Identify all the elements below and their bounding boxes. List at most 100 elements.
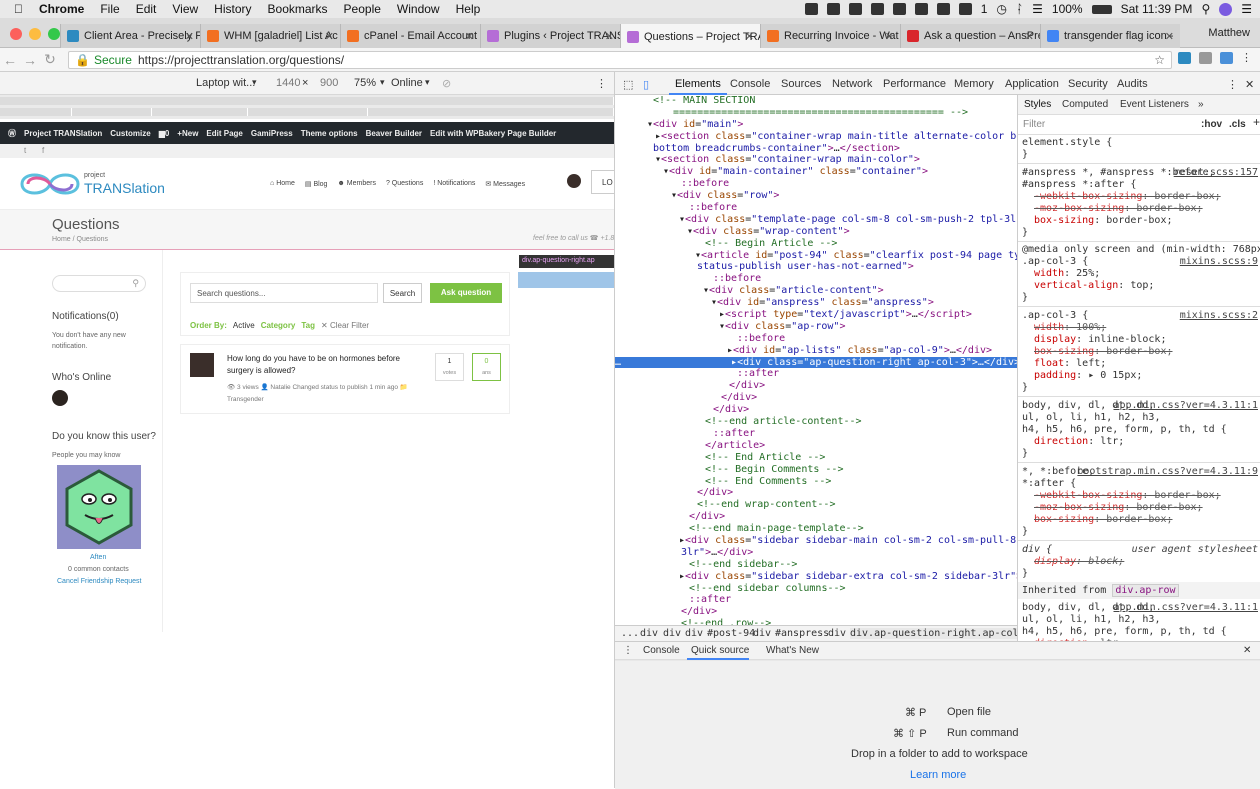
style-rule-line[interactable]: vertical-align: top;	[1034, 280, 1154, 292]
tab-event-listeners[interactable]: Event Listeners	[1120, 99, 1189, 111]
dom-line[interactable]: <!-- End Article -->	[615, 452, 1017, 464]
cancel-friendship-link[interactable]: Cancel Friendship Request	[57, 576, 141, 587]
style-rule-line[interactable]: }	[1022, 568, 1028, 580]
menu-window[interactable]: Window	[397, 2, 440, 16]
rotate-icon[interactable]: ⊘	[442, 77, 451, 90]
style-rule-line[interactable]: -webkit-box-sizing: border-box;	[1034, 490, 1221, 502]
wp-wpbakery[interactable]: Edit with WPBakery Page Builder	[430, 129, 556, 138]
ruler-segment[interactable]	[0, 108, 72, 116]
bluetooth-icon[interactable]: ᛛ	[1016, 2, 1023, 16]
media-query-ruler[interactable]	[0, 95, 614, 119]
bookmark-star-icon[interactable]: ☆	[1154, 53, 1165, 67]
nav-members[interactable]: ☻ Members	[337, 180, 376, 188]
filter-tag[interactable]: Tag	[301, 321, 315, 330]
source-link[interactable]: mixins.scss:9	[1180, 256, 1258, 268]
dom-line[interactable]: </div>	[615, 606, 1017, 618]
drawer-tab-quick-source[interactable]: Quick source	[691, 645, 749, 656]
creative-cloud-icon[interactable]	[826, 3, 840, 15]
dom-line[interactable]: ▾<div class="ap-row">	[615, 321, 1017, 333]
close-tab-icon[interactable]: ✕	[745, 30, 754, 43]
devtools-menu-icon[interactable]: ⋮	[1227, 78, 1238, 91]
wp-gamipress[interactable]: GamiPress	[251, 129, 293, 138]
dom-line[interactable]: ::before	[615, 178, 1017, 190]
crumb-item[interactable]: div	[663, 628, 681, 639]
status-icon[interactable]	[958, 3, 972, 15]
style-rule-line[interactable]: direction: ltr;	[1034, 436, 1124, 448]
dom-line[interactable]: ▸<section class="container-wrap main-tit…	[615, 131, 1017, 143]
close-tab-icon[interactable]: ✕	[605, 30, 614, 43]
crumb-item[interactable]: ...	[621, 628, 639, 639]
dom-line[interactable]: <!--end wrap-content-->	[615, 499, 1017, 511]
tab-console[interactable]: Console	[730, 78, 770, 90]
nav-home[interactable]: ⌂ Home	[270, 180, 295, 188]
device-toggle-icon[interactable]: ▯	[643, 78, 649, 91]
forward-icon[interactable]: →	[20, 52, 40, 68]
extension-icon[interactable]	[1178, 51, 1191, 64]
style-rule-line[interactable]: }	[1022, 292, 1028, 304]
dropdown-arrow-icon[interactable]: ▾	[252, 77, 257, 88]
dom-line[interactable]: <!--end main-page-template-->	[615, 523, 1017, 535]
tab-computed[interactable]: Computed	[1062, 99, 1108, 111]
style-rule-line[interactable]: #anspress *:after {	[1022, 179, 1136, 191]
zoom-window-button[interactable]	[48, 28, 60, 40]
search-questions-input[interactable]: Search questions...	[190, 283, 378, 303]
wp-customize[interactable]: Customize	[110, 129, 150, 138]
ask-question-button[interactable]: Ask question	[430, 283, 502, 303]
nav-questions[interactable]: ? Questions	[386, 180, 423, 188]
inspect-element-icon[interactable]: ⬚	[623, 78, 633, 91]
source-link[interactable]: app.min.css?ver=4.3.11:1	[1114, 602, 1259, 614]
style-rule-line[interactable]: .ap-col-3 {	[1022, 310, 1088, 322]
address-bar[interactable]: 🔒 Secure https://projecttranslation.org/…	[68, 51, 1172, 69]
style-rule-line[interactable]: h4, h5, h6, pre, form, p, th, td {	[1022, 424, 1227, 436]
clear-filter[interactable]: ✕ Clear Filter	[321, 321, 369, 330]
crumb-item[interactable]: div	[640, 628, 658, 639]
minimize-window-button[interactable]	[29, 28, 41, 40]
dom-line[interactable]: ::before	[615, 202, 1017, 214]
close-tab-icon[interactable]: ✕	[465, 30, 474, 43]
style-rule-line[interactable]: -moz-box-sizing: border-box;	[1034, 502, 1203, 514]
device-width-input[interactable]: 1440	[276, 77, 300, 89]
dom-line[interactable]: ========================================…	[615, 107, 1017, 119]
elements-tree[interactable]: <!-- MAIN SECTION ======================…	[615, 95, 1017, 625]
wifi-icon[interactable]: ☰	[1032, 2, 1043, 16]
dom-line[interactable]: </article>	[615, 440, 1017, 452]
style-rule-line[interactable]: @media only screen and (min-width: 768px…	[1022, 244, 1260, 256]
source-link[interactable]: mixins.scss:2	[1180, 310, 1258, 322]
wp-comments[interactable]: ▆ 0	[159, 129, 170, 138]
time-machine-icon[interactable]: ◷	[996, 2, 1006, 16]
close-window-button[interactable]	[10, 28, 22, 40]
ruler-segment[interactable]	[72, 108, 152, 116]
style-rule-line[interactable]: padding: ▸ 0 15px;	[1034, 370, 1142, 382]
nav-notifications[interactable]: ! Notifications	[433, 180, 475, 188]
menu-help[interactable]: Help	[456, 2, 481, 16]
dom-line[interactable]: ▸<script type="text/javascript">…</scrip…	[615, 309, 1017, 321]
shortcut-action[interactable]: Run command	[947, 727, 1019, 739]
device-height-input[interactable]: 900	[320, 77, 338, 89]
status-icon[interactable]	[848, 3, 862, 15]
dom-line[interactable]: ::before	[615, 333, 1017, 345]
back-icon[interactable]: ←	[0, 52, 20, 68]
breadcrumb[interactable]: Home / Questions	[52, 236, 108, 243]
style-rule-line[interactable]: *:after {	[1022, 478, 1076, 490]
style-rule-line[interactable]: -webkit-box-sizing: border-box;	[1034, 191, 1221, 203]
style-rule-line[interactable]: }	[1022, 227, 1028, 239]
dom-line[interactable]: ▾<article id="post-94" class="clearfix p…	[615, 250, 1017, 262]
search-icon[interactable]: ⚲	[1201, 2, 1210, 16]
login-button[interactable]: LO	[591, 170, 614, 194]
style-rule-line[interactable]: ul, ol, li, h1, h2, h3,	[1022, 412, 1160, 424]
browser-tab[interactable]: Client Area - Precisely F ✕	[60, 24, 200, 48]
dom-line[interactable]: ::after	[615, 368, 1017, 380]
dom-line[interactable]: ▾<div id="main-container" class="contain…	[615, 166, 1017, 178]
extension-icon[interactable]	[1220, 51, 1233, 64]
reload-icon[interactable]: ↻	[40, 51, 60, 68]
shortcut-action[interactable]: Open file	[947, 706, 991, 718]
dom-line[interactable]: ▾<div class="wrap-content">	[615, 226, 1017, 238]
notification-center-icon[interactable]: ☰	[1241, 2, 1252, 16]
battery-percent[interactable]: 100%	[1052, 2, 1083, 16]
twitter-icon[interactable]: t	[24, 146, 26, 155]
menu-bookmarks[interactable]: Bookmarks	[268, 2, 328, 16]
drawer-tab-whats-new[interactable]: What's New	[766, 645, 819, 656]
dom-line[interactable]: <!--end article-content-->	[615, 416, 1017, 428]
source-link[interactable]: app.min.css?ver=4.3.11:1	[1114, 400, 1259, 412]
style-rule-line[interactable]: float: left;	[1034, 358, 1106, 370]
